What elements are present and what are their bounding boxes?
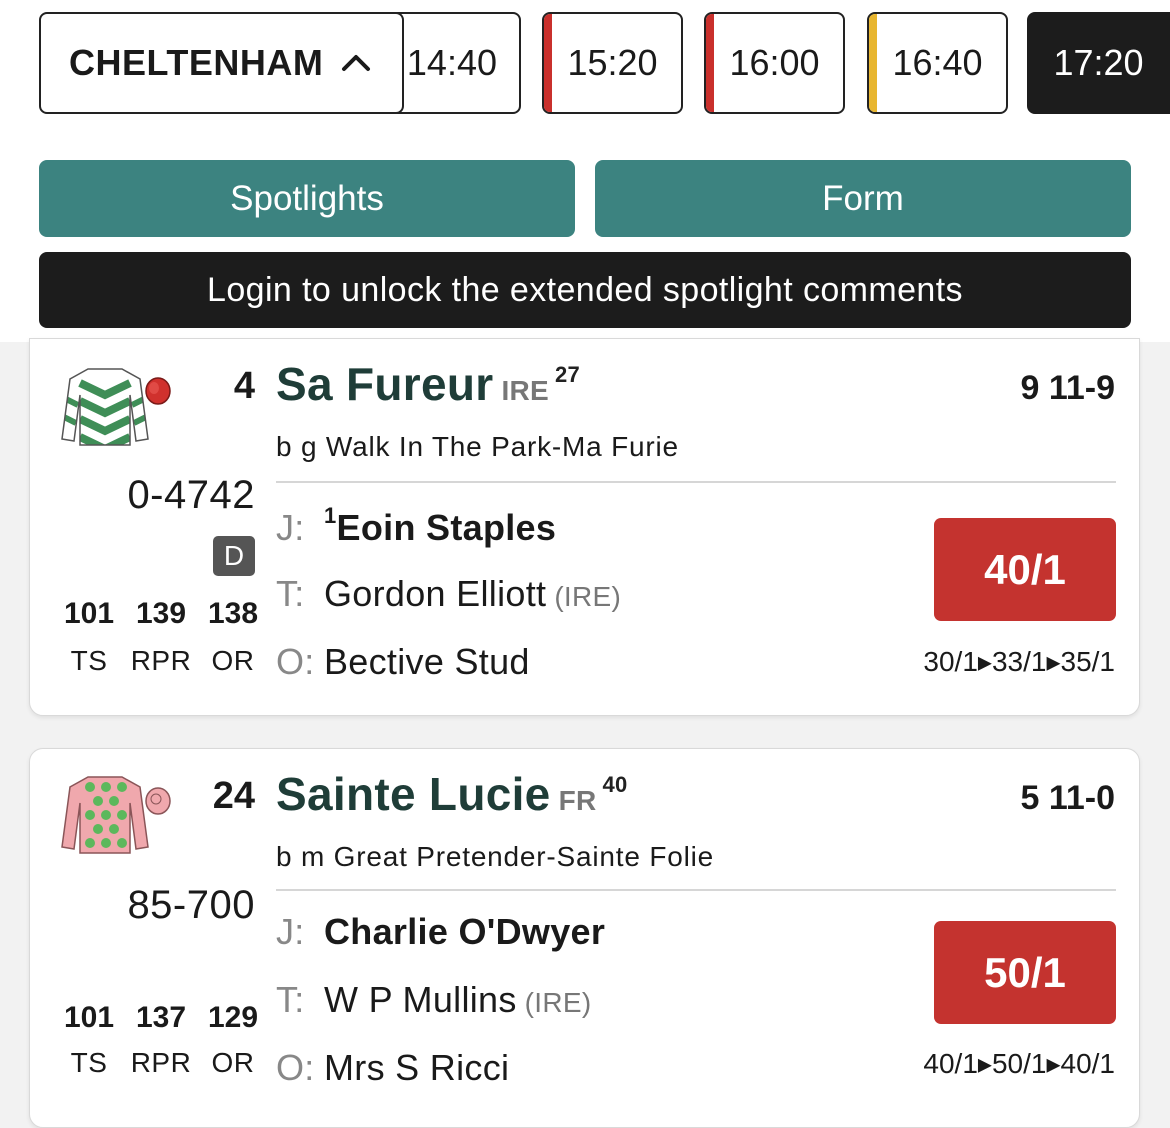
jockey-name: Eoin Staples [336,507,557,548]
race-time-tab-active[interactable]: 17:20 [1027,12,1170,114]
horse-name[interactable]: Sa Fureur IRE27 [276,357,580,411]
breeding: b g Walk In The Park-Ma Furie [276,431,679,462]
or-label: OR [211,645,255,676]
or-value: 129 [207,1001,259,1034]
ts-label: TS [70,1047,108,1078]
race-time-label: 15:20 [567,42,658,83]
price-history: 30/1▸33/1▸35/1 [923,646,1115,677]
spotlights-button[interactable]: Spotlights [39,160,575,237]
odds-button[interactable]: 50/1 [934,921,1116,1024]
owner-row[interactable]: O: Mrs S Ricci [276,1047,509,1089]
odds-button[interactable]: 40/1 [934,518,1116,621]
divider [276,481,1116,483]
pink-green-spots-icon [61,776,149,854]
runner-card[interactable]: 4 Sa Fureur IRE27 9 11-9 b g Walk In The … [29,338,1140,716]
rpr-label: RPR [130,1047,192,1078]
course-selector[interactable]: CHELTENHAM [39,12,404,114]
horse-name-text: Sainte Lucie [276,768,551,820]
horse-country: FR [558,785,597,816]
runner-card[interactable]: 24 Sainte Lucie FR40 5 11-0 b m Great Pre… [29,748,1140,1128]
rating-labels: TS RPR OR [56,645,266,677]
days-since-run: 27 [555,362,581,387]
race-time-tab[interactable]: 16:00 [704,12,845,114]
race-time-tab[interactable]: 16:40 [867,12,1008,114]
green-white-chevrons-icon [61,368,149,446]
chevron-up-icon [342,55,370,71]
trainer-country: (IRE) [554,581,622,612]
owner-row[interactable]: O: Bective Stud [276,641,530,683]
age-weight: 5 11-0 [1020,779,1115,817]
or-label: OR [211,1047,255,1078]
horse-name[interactable]: Sainte Lucie FR40 [276,767,628,821]
owner-prefix: O: [276,641,315,682]
owner-name: Mrs S Ricci [324,1047,510,1088]
jockey-prefix: J: [276,507,305,548]
owner-name: Bective Stud [324,641,530,682]
trainer-row[interactable]: T: W P Mullins (IRE) [276,979,592,1021]
horse-country: IRE [501,375,550,406]
saddle-cloth-number: 24 [212,775,255,817]
race-time-label: 14:40 [406,42,497,83]
jockey-row[interactable]: J: 1Eoin Staples [276,503,557,549]
jockey-row[interactable]: J: Charlie O'Dwyer [276,911,605,953]
trainer-country: (IRE) [524,987,592,1018]
race-status-stripe [706,14,714,112]
jockey-prefix: J: [276,911,305,952]
cap-icon [145,787,171,815]
login-banner[interactable]: Login to unlock the extended spotlight c… [39,252,1131,328]
rpr-value: 137 [135,1001,187,1034]
form-figures: 85-700 [127,883,255,927]
race-time-label: 17:20 [1053,42,1144,83]
divider [276,889,1116,891]
form-label: Form [822,178,904,218]
owner-prefix: O: [276,1047,315,1088]
course-name: CHELTENHAM [69,42,324,83]
race-header: 14:40 15:20 16:00 16:40 17:20 CHELTENHAM… [0,0,1170,342]
ts-value: 101 [63,597,115,630]
rating-labels: TS RPR OR [56,1047,266,1079]
form-button[interactable]: Form [595,160,1131,237]
race-status-stripe [544,14,552,112]
form-figures: 0-4742 [127,473,255,517]
breeding: b m Great Pretender-Sainte Folie [276,841,715,872]
race-time-tab[interactable]: 15:20 [542,12,683,114]
race-time-label: 16:00 [729,42,820,83]
days-since-run: 40 [602,772,628,797]
horse-name-text: Sa Fureur [276,358,494,410]
ts-value: 101 [63,1001,115,1034]
rpr-label: RPR [130,645,192,676]
odds-value: 40/1 [984,545,1066,593]
login-message: Login to unlock the extended spotlight c… [207,270,963,309]
ts-label: TS [70,645,108,676]
trainer-name: W P Mullins [324,979,517,1020]
saddle-cloth-number: 4 [233,365,255,407]
spotlights-label: Spotlights [230,178,384,218]
race-time-tab[interactable]: 14:40 [390,12,521,114]
odds-value: 50/1 [984,948,1066,996]
cap-icon [145,377,171,405]
trainer-prefix: T: [276,573,305,614]
rpr-value: 139 [135,597,187,630]
or-value: 138 [207,597,259,630]
ratings: 101 137 129 [56,1001,266,1035]
trainer-row[interactable]: T: Gordon Elliott (IRE) [276,573,621,615]
jockey-claim: 1 [324,503,337,528]
ratings: 101 139 138 [56,597,266,631]
price-history: 40/1▸50/1▸40/1 [923,1048,1115,1079]
age-weight: 9 11-9 [1020,369,1115,407]
race-time-label: 16:40 [892,42,983,83]
race-status-stripe [869,14,877,112]
trainer-prefix: T: [276,979,305,1020]
trainer-name: Gordon Elliott [324,573,547,614]
jockey-name: Charlie O'Dwyer [324,911,606,952]
distance-winner-badge: D [213,536,255,576]
